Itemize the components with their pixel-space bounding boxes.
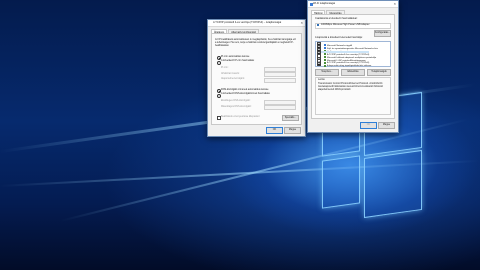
dns-preferred-field[interactable] (264, 99, 296, 105)
ok-button[interactable]: OK (360, 122, 377, 129)
dns-preferred-label: Elsődleges DNS-kiszolgáló: (221, 99, 251, 102)
subnet-label: Alhálózati maszk: (221, 71, 240, 75)
cancel-button[interactable]: Mégse (378, 122, 395, 129)
dialog-titlebar: Wi-Fi tulajdonságai × (308, 1, 398, 8)
description-group: Leírás Transmission Control Protocol/Int… (315, 77, 391, 115)
uninstall-button[interactable]: Eltávolítás (341, 69, 365, 76)
wifi-properties-dialog: Wi-Fi tulajdonságai × Hálózat Megosztás … (307, 0, 399, 133)
dns-alternate-label: Másodlagos DNS-kiszolgáló: (221, 104, 252, 108)
adapter-name: 1000Mbps Wireless High Power USB Adapter (321, 23, 370, 26)
connect-using-label: Csatlakozás a következő használatával: (315, 17, 358, 20)
ip-address-field[interactable] (264, 66, 296, 72)
general-panel: Az IP-beállítások automatikusan is megka… (211, 33, 302, 125)
components-list[interactable]: Microsoft Networks-ügyfél Fájl- és nyomt… (315, 41, 391, 67)
description-text: Transmission Control Protocol/Internet P… (318, 82, 383, 91)
ip-auto-label: IP-cím automatikus kérése (221, 54, 250, 58)
items-label: A kapcsolat a következő elemeket használ… (315, 36, 363, 39)
windows-logo-pane (364, 149, 422, 219)
dns-auto-label: DNS-kiszolgáló címének automatikus kérés… (221, 87, 269, 91)
close-icon[interactable]: × (301, 20, 303, 26)
intro-text: Az IP-beállítások automatikusan is megka… (215, 38, 296, 47)
dialog-title: A TCP/IP protokoll 4-es verziója (TCP/IP… (213, 21, 282, 24)
ip-address-label: IP-cím: (221, 66, 229, 69)
dialog-titlebar: A TCP/IP protokoll 4-es verziója (TCP/IP… (208, 20, 305, 27)
ipv4-properties-dialog: A TCP/IP protokoll 4-es verziója (TCP/IP… (207, 19, 306, 137)
item-checkbox[interactable] (317, 62, 321, 67)
adapter-icon (317, 24, 320, 27)
close-icon[interactable]: × (394, 1, 396, 7)
ip-manual-label: A következő IP-cím használata: (221, 59, 255, 62)
dns-alternate-field[interactable] (264, 105, 296, 110)
list-item[interactable]: A kapcsolati réteg topológiafelderítési … (317, 62, 371, 67)
dns-manual-label: A következő DNS-kiszolgálócímek használa… (221, 92, 271, 95)
properties-button[interactable]: Tulajdonságok (367, 69, 391, 76)
component-icon (324, 64, 326, 67)
advanced-button[interactable]: Speciális... (282, 114, 299, 121)
ok-button[interactable]: OK (266, 127, 283, 134)
cancel-button[interactable]: Mégse (284, 127, 301, 134)
network-panel: Csatlakozás a következő használatával: 1… (311, 14, 395, 119)
gateway-label: Alapértelmezett átjáró: (221, 77, 245, 80)
install-button[interactable]: Telepítés... (315, 69, 339, 76)
gateway-field[interactable] (264, 77, 296, 83)
subnet-field[interactable] (264, 72, 296, 77)
windows-logo-pane (322, 155, 360, 209)
configure-button[interactable]: Konfigurálás... (374, 30, 391, 37)
validate-label: Beállítások érvényesítése kilépéskor (221, 114, 260, 118)
dialog-title: Wi-Fi tulajdonságai (313, 2, 336, 5)
